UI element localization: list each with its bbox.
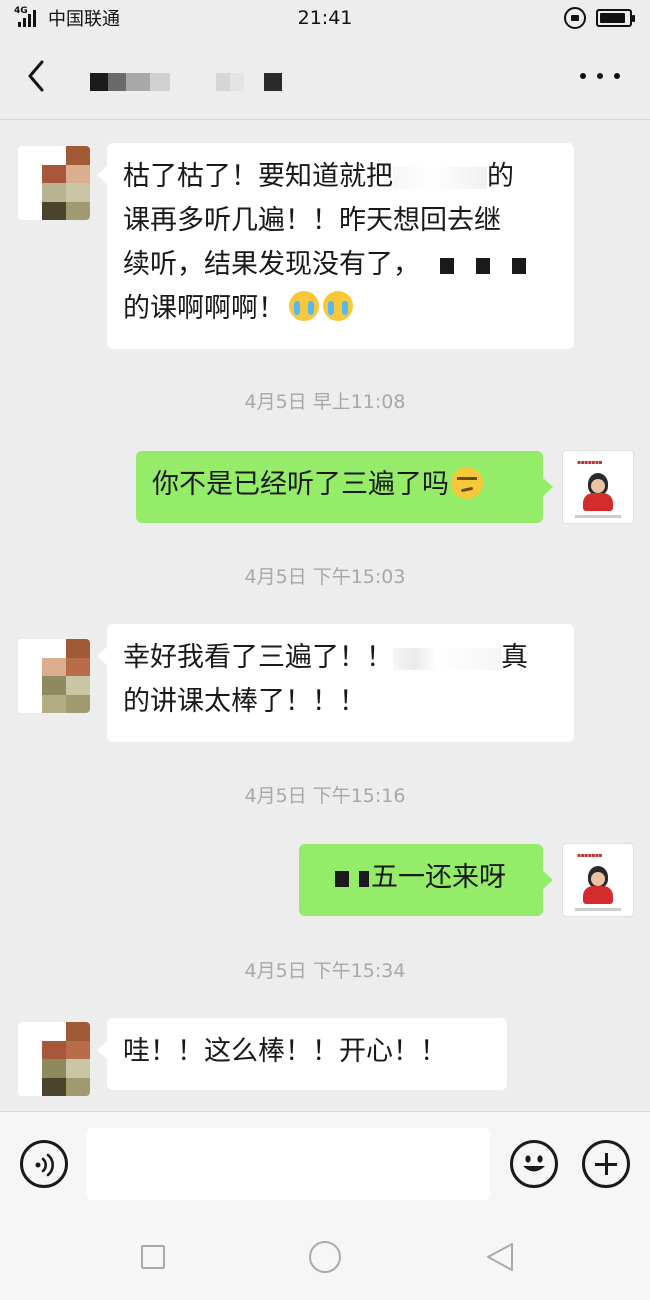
plus-icon[interactable] — [582, 1140, 630, 1188]
smirk-face-icon — [451, 467, 483, 499]
back-triangle-icon[interactable] — [484, 1241, 516, 1273]
redacted-name — [476, 257, 490, 274]
message-line: 课再多听几遍！！昨天想回去继 — [123, 205, 501, 236]
timestamp: 4月5日 早上11:08 — [244, 391, 406, 413]
message-bubble[interactable]: 哇！！这么棒！！开心！！ — [97, 1018, 507, 1090]
status-right — [564, 7, 635, 29]
my-avatar[interactable]: ▪▪▪▪▪▪▪ — [562, 843, 634, 917]
message-line: 的讲课太棒了！！！ — [123, 686, 366, 717]
home-icon[interactable] — [309, 1241, 341, 1273]
crying-face-icon — [323, 291, 353, 321]
message-line: 幸好我看了三遍了！！真 — [123, 642, 528, 673]
crying-face-icon — [289, 291, 319, 321]
chat-header — [0, 36, 650, 120]
emoji-icon[interactable] — [510, 1140, 558, 1188]
avatar-caption-decor: ▪▪▪▪▪▪▪ — [577, 852, 602, 859]
my-avatar[interactable]: ▪▪▪▪▪▪▪ — [562, 450, 634, 524]
input-bar — [0, 1111, 650, 1215]
carrier-name: 中国联通 — [48, 9, 120, 30]
status-bar: 4G 中国联通 21:41 — [0, 0, 650, 36]
timestamp: 4月5日 下午15:16 — [244, 785, 406, 807]
message-line: 枯了枯了！要知道就把的 — [123, 161, 514, 192]
timestamp: 4月5日 下午15:34 — [244, 960, 406, 982]
message-input[interactable] — [86, 1128, 490, 1200]
redacted-name — [440, 257, 454, 274]
rotation-lock-icon — [564, 7, 586, 29]
message-line: 续听，结果发现没有了， — [123, 243, 558, 287]
message-line: 的课啊啊啊！ — [123, 287, 558, 331]
redacted-name — [359, 870, 369, 887]
status-time: 21:41 — [297, 7, 353, 29]
recents-icon[interactable] — [141, 1245, 165, 1269]
message-bubble[interactable]: 你不是已经听了三遍了吗 — [136, 451, 553, 523]
status-left: 4G 中国联通 — [14, 5, 120, 31]
system-nav-bar — [0, 1215, 650, 1300]
signal-icon: 4G — [14, 6, 42, 28]
chat-area[interactable]: 枯了枯了！要知道就把的 课再多听几遍！！昨天想回去继 续听，结果发现没有了， 的… — [0, 121, 650, 1111]
redacted-name — [335, 870, 349, 887]
timestamp: 4月5日 下午15:03 — [244, 566, 406, 588]
redacted-name — [393, 647, 501, 670]
message-bubble[interactable]: 枯了枯了！要知道就把的 课再多听几遍！！昨天想回去继 续听，结果发现没有了， 的… — [97, 143, 574, 349]
message-bubble[interactable]: 五一还来呀 — [299, 844, 553, 916]
battery-icon — [596, 9, 635, 27]
contact-avatar[interactable] — [18, 1022, 90, 1096]
redacted-name — [393, 166, 487, 189]
message-bubble[interactable]: 幸好我看了三遍了！！真 的讲课太棒了！！！ — [97, 624, 574, 742]
contact-avatar[interactable] — [18, 146, 90, 220]
contact-avatar[interactable] — [18, 639, 90, 713]
avatar-caption-decor: ▪▪▪▪▪▪▪ — [577, 459, 602, 466]
redacted-name — [512, 257, 526, 274]
more-icon[interactable] — [580, 64, 620, 88]
voice-icon[interactable] — [20, 1140, 68, 1188]
chevron-left-icon[interactable] — [18, 56, 58, 96]
chat-title-redacted — [90, 72, 282, 92]
